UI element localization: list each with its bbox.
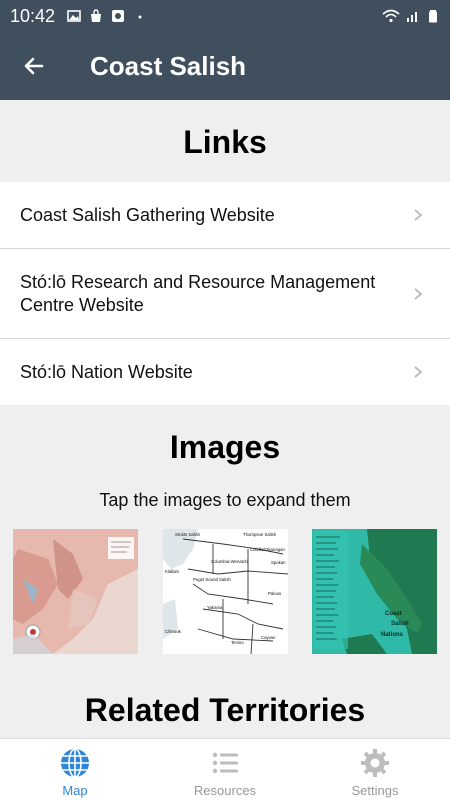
battery-icon [429, 10, 437, 23]
dot-icon [138, 15, 142, 19]
status-left-icons [67, 9, 147, 23]
link-item-coast-salish-gathering[interactable]: Coast Salish Gathering Website [0, 182, 450, 249]
territory-map-image [13, 529, 138, 654]
map-label: Colville/Okanagan [250, 547, 285, 552]
map-label: Salish [391, 621, 409, 627]
image-icon [67, 10, 81, 22]
map-label: Spokan [271, 560, 286, 565]
image-thumbnails: Straits Salish Thompson Salish Klallam P… [0, 529, 450, 654]
image-thumbnail-regions-map[interactable]: Straits Salish Thompson Salish Klallam P… [162, 529, 288, 654]
link-item-stolo-research-centre[interactable]: Stó:lō Research and Resource Management … [0, 249, 450, 339]
map-label: Thompson Salish [243, 532, 277, 537]
nav-label: Settings [351, 783, 399, 798]
gear-icon [361, 749, 389, 777]
map-label: Tenino [231, 640, 244, 645]
link-label: Stó:lō Research and Resource Management … [20, 271, 376, 315]
status-time: 10:42 [10, 5, 56, 26]
map-label: Palous [268, 591, 281, 596]
arrow-left-icon [24, 57, 44, 75]
map-label: Yakama [207, 605, 223, 610]
images-subtitle: Tap the images to expand them [99, 490, 351, 510]
map-label: Cayuse [261, 635, 276, 640]
list-icon [212, 752, 238, 774]
nav-label: Map [62, 783, 88, 798]
nations-map-image: Coast Salish Nations [312, 529, 437, 654]
bottom-nav: Map Resources Settings [0, 738, 450, 800]
regions-map-image: Straits Salish Thompson Salish Klallam P… [162, 529, 288, 654]
map-label: Columbia-Wenatchi [211, 559, 248, 564]
wifi-icon [382, 9, 400, 23]
related-territories-heading: Related Territories [84, 692, 366, 728]
content-scroll[interactable]: Links Coast Salish Gathering Website Stó… [0, 100, 450, 738]
link-item-stolo-nation[interactable]: Stó:lō Nation Website [0, 339, 450, 405]
image-thumbnail-territory-map[interactable] [13, 529, 138, 654]
images-heading: Images [169, 429, 281, 465]
map-label: Coast [385, 611, 402, 617]
nav-label: Resources [193, 783, 257, 798]
nav-tab-settings[interactable]: Settings [300, 739, 450, 800]
map-label: Nations [381, 632, 404, 638]
chevron-right-icon [414, 366, 423, 378]
map-label: Klallam [165, 569, 180, 574]
chevron-right-icon [414, 209, 423, 221]
chevron-right-icon [414, 287, 423, 300]
link-label: Stó:lō Nation Website [20, 361, 193, 382]
link-list: Coast Salish Gathering Website Stó:lō Re… [0, 182, 450, 405]
nav-tab-resources[interactable]: Resources [150, 739, 300, 800]
app-icon [112, 10, 125, 22]
back-button[interactable] [14, 46, 54, 86]
nav-tab-map[interactable]: Map [0, 739, 150, 800]
bag-icon [91, 9, 102, 22]
link-label: Coast Salish Gathering Website [20, 204, 275, 225]
page-title: Coast Salish [90, 50, 247, 81]
image-thumbnail-nations-map[interactable]: Coast Salish Nations [312, 529, 437, 654]
status-bar: 10:42 [0, 0, 450, 32]
status-right-icons [382, 9, 440, 23]
map-label: Puget Sound Salish [193, 577, 231, 582]
map-label: Chinook [165, 629, 182, 634]
map-label: Straits Salish [175, 532, 201, 537]
globe-icon [61, 748, 89, 778]
signal-icon [407, 12, 417, 22]
links-heading: Links [183, 124, 267, 160]
app-bar: Coast Salish [0, 32, 450, 100]
